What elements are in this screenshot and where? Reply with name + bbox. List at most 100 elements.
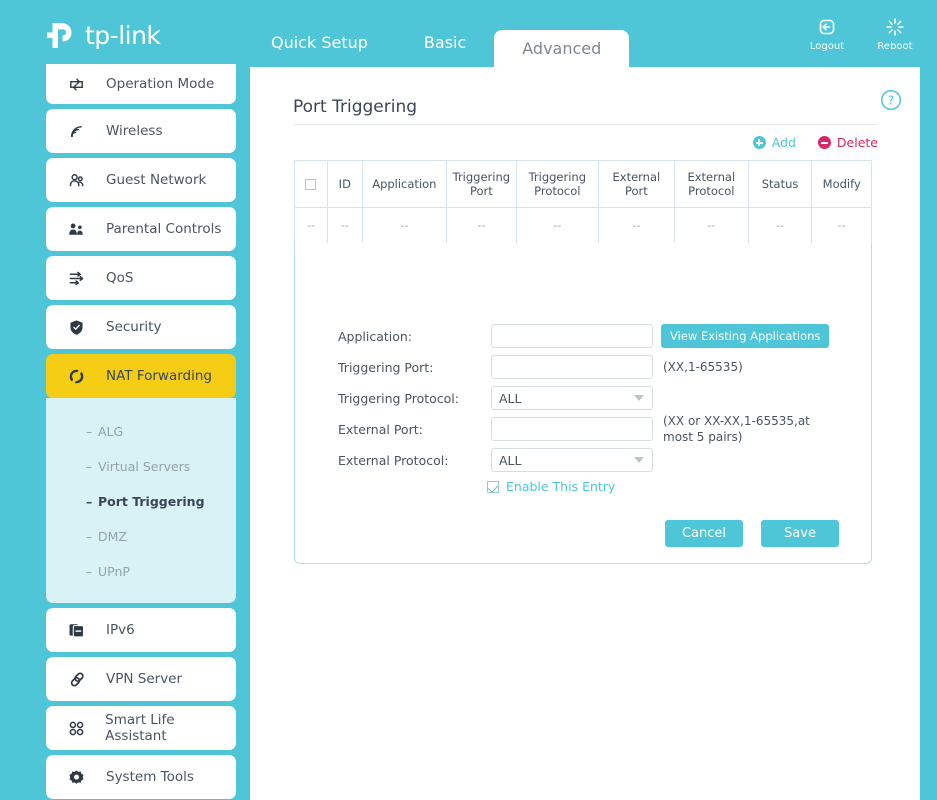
submenu-dash: – [86, 424, 93, 439]
sidebar-subitem-port-triggering[interactable]: – Port Triggering [46, 484, 236, 519]
sidebar-subitem-alg[interactable]: – ALG [46, 414, 236, 449]
table-header-modify: Modify [811, 160, 872, 208]
cell-status: -- [747, 207, 813, 244]
reboot-button[interactable]: Reboot [871, 16, 919, 52]
form-row-external-port: External Port: (XX or XX-XX,1-65535,at m… [295, 414, 871, 444]
reboot-label: Reboot [877, 41, 913, 52]
triggering-port-label: Triggering Port: [338, 359, 434, 375]
delete-button[interactable]: Delete [817, 135, 878, 150]
submenu-dash: – [86, 494, 93, 509]
external-port-input[interactable] [491, 417, 653, 441]
submenu-label: DMZ [98, 529, 127, 544]
cell-modify: -- [811, 207, 872, 244]
guest-network-icon [68, 172, 94, 189]
view-existing-applications-button[interactable]: View Existing Applications [661, 324, 830, 348]
enable-this-entry-toggle[interactable]: Enable This Entry [487, 479, 615, 494]
sidebar-item-ipv6[interactable]: IPv6 [46, 608, 236, 652]
sidebar-label: Guest Network [106, 172, 207, 188]
port-triggering-table: ID Application Triggering Port Triggerin… [294, 160, 872, 244]
sidebar-item-security[interactable]: Security [46, 305, 236, 349]
logout-label: Logout [809, 41, 845, 52]
smart-life-assistant-icon [68, 720, 93, 737]
sidebar-label: Smart Life Assistant [105, 712, 175, 744]
sidebar-subitem-virtual-servers[interactable]: – Virtual Servers [46, 449, 236, 484]
external-port-hint: (XX or XX-XX,1-65535,at most 5 pairs) [663, 413, 810, 444]
sidebar-subitem-upnp[interactable]: – UPnP [46, 554, 236, 589]
submenu-label: ALG [98, 424, 124, 439]
chevron-down-icon [634, 395, 644, 401]
sidebar-label: QoS [106, 270, 134, 286]
table-action-bar: Add Delete [752, 135, 878, 150]
sidebar-item-qos[interactable]: QoS [46, 256, 236, 300]
app-header: tp-link Quick Setup Basic Advanced Logou… [0, 0, 937, 67]
save-button[interactable]: Save [761, 520, 839, 547]
nat-forwarding-icon [68, 367, 94, 385]
external-protocol-select[interactable]: ALL [491, 448, 653, 472]
cell-id: -- [326, 207, 363, 244]
triggering-protocol-label: Triggering Protocol: [338, 390, 459, 406]
brand-logo[interactable]: tp-link [45, 16, 161, 54]
triggering-port-input[interactable] [491, 355, 653, 379]
qos-icon [68, 270, 94, 287]
wireless-icon [68, 123, 94, 140]
table-header-triggering-port: Triggering Port [445, 160, 517, 208]
sidebar-item-system-tools[interactable]: System Tools [46, 755, 236, 799]
main-nav-tabs: Quick Setup Basic Advanced [243, 0, 630, 67]
sidebar-label: Wireless [106, 123, 163, 139]
logout-icon [803, 16, 851, 38]
submenu-label: UPnP [98, 564, 130, 579]
sidebar-item-nat-forwarding[interactable]: NAT Forwarding [46, 354, 236, 398]
tab-basic[interactable]: Basic [396, 35, 494, 67]
sidebar-label: Parental Controls [106, 221, 222, 237]
checkbox-unchecked-icon[interactable] [305, 178, 317, 190]
form-row-application: Application: View Existing Applications [295, 321, 871, 351]
application-input[interactable] [491, 324, 653, 348]
sidebar: Operation Mode Wireless Guest Network Pa… [46, 64, 236, 800]
security-icon [68, 319, 94, 336]
sidebar-item-wireless[interactable]: Wireless [46, 109, 236, 153]
table-row: -- -- -- -- -- -- -- -- -- [294, 207, 872, 244]
sidebar-item-operation-mode[interactable]: Operation Mode [46, 64, 236, 104]
plus-circle-icon [752, 136, 766, 149]
triggering-protocol-value: ALL [499, 390, 522, 406]
add-button[interactable]: Add [752, 135, 796, 150]
sidebar-item-guest-network[interactable]: Guest Network [46, 158, 236, 202]
sidebar-label: NAT Forwarding [106, 368, 212, 384]
entry-form-card: Application: View Existing Applications … [294, 243, 872, 564]
ipv6-icon [68, 622, 94, 639]
tab-quick-setup[interactable]: Quick Setup [243, 35, 396, 67]
table-header-triggering-protocol: Triggering Protocol [515, 160, 599, 208]
tab-advanced[interactable]: Advanced [494, 30, 630, 67]
header-actions: Logout Reboot [803, 16, 919, 52]
cell-select: -- [294, 207, 328, 244]
sidebar-item-vpn-server[interactable]: VPN Server [46, 657, 236, 701]
checkbox-checked-icon[interactable] [487, 480, 499, 493]
table-header-external-protocol: External Protocol [673, 160, 749, 208]
cell-external-protocol: -- [673, 207, 749, 244]
cancel-button[interactable]: Cancel [665, 520, 743, 547]
sidebar-item-parental-controls[interactable]: Parental Controls [46, 207, 236, 251]
sidebar-item-smart-life-assistant[interactable]: Smart Life Assistant [46, 706, 236, 750]
title-divider [293, 124, 877, 125]
logout-button[interactable]: Logout [803, 16, 851, 52]
triggering-protocol-select[interactable]: ALL [491, 386, 653, 410]
submenu-label: Port Triggering [98, 494, 205, 509]
table-header-external-port: External Port [597, 160, 675, 208]
external-protocol-label: External Protocol: [338, 452, 449, 468]
help-icon[interactable]: ? [880, 89, 902, 115]
submenu-label: Virtual Servers [98, 459, 191, 474]
sidebar-label: VPN Server [106, 671, 183, 687]
vpn-server-icon [68, 671, 94, 688]
parental-controls-icon [68, 221, 94, 238]
cell-triggering-protocol: -- [515, 207, 599, 244]
form-buttons: Cancel Save [295, 520, 871, 547]
nat-forwarding-submenu: – ALG – Virtual Servers – Port Triggerin… [46, 398, 236, 603]
sidebar-subitem-dmz[interactable]: – DMZ [46, 519, 236, 554]
tplink-logo-icon [45, 17, 81, 53]
sidebar-label: Operation Mode [106, 76, 215, 92]
main-content: Port Triggering ? Add Delete ID Applicat… [250, 67, 920, 800]
submenu-dash: – [86, 529, 93, 544]
table-header-id: ID [326, 160, 363, 208]
svg-text:?: ? [888, 93, 894, 107]
brand-name: tp-link [85, 20, 161, 50]
